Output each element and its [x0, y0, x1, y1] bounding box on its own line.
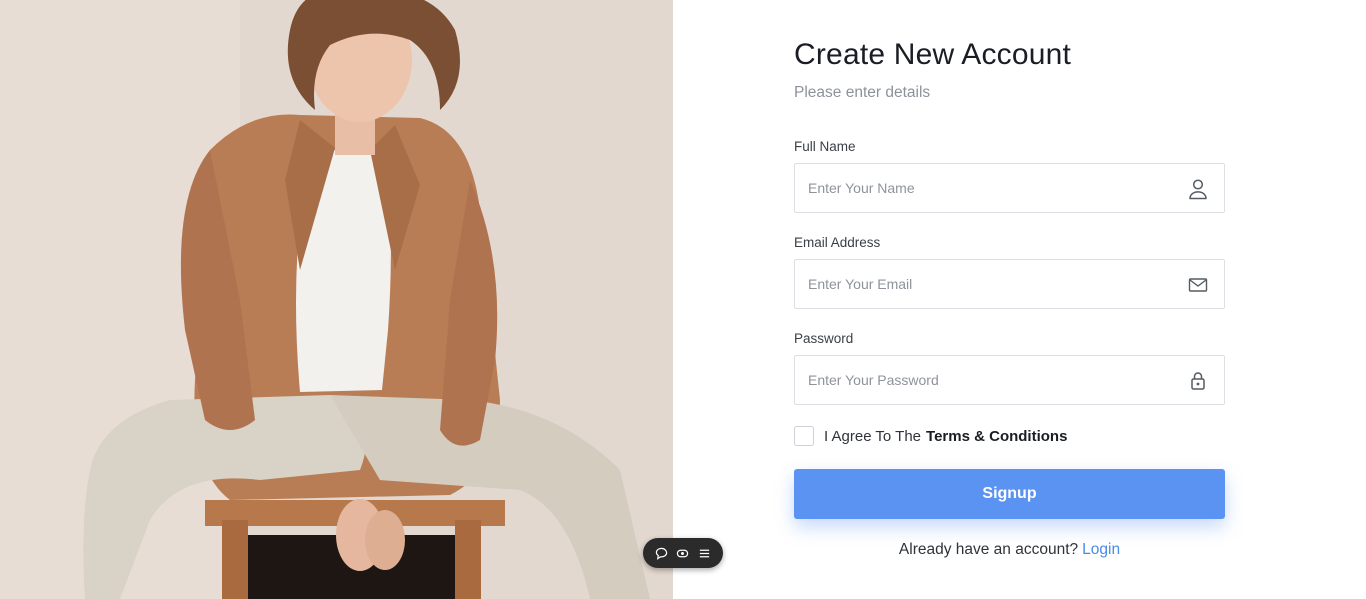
login-prompt-text: Already have an account? [898, 541, 1079, 558]
email-input[interactable] [795, 260, 1165, 308]
user-icon [1187, 178, 1209, 200]
terms-link[interactable]: Terms & Conditions [926, 428, 1067, 445]
password-input[interactable] [795, 356, 1165, 404]
terms-checkbox[interactable] [794, 426, 814, 446]
login-prompt: Already have an account? Login [794, 541, 1225, 559]
mail-icon [1187, 274, 1209, 296]
terms-row: I Agree To The Terms & Conditions [794, 426, 1067, 446]
email-field[interactable] [794, 259, 1225, 309]
hero-illustration [0, 0, 673, 599]
login-link[interactable]: Login [1082, 541, 1120, 558]
floating-toolbar [643, 538, 723, 568]
password-field[interactable] [794, 355, 1225, 405]
email-label: Email Address [794, 235, 881, 250]
menu-icon[interactable] [695, 544, 713, 562]
chat-bubble-icon[interactable] [653, 544, 671, 562]
hero-photo [0, 0, 673, 599]
lock-icon [1187, 370, 1209, 392]
full-name-label: Full Name [794, 139, 856, 154]
full-name-input[interactable] [795, 164, 1165, 212]
terms-prefix: I Agree To The [824, 427, 922, 445]
password-label: Password [794, 331, 854, 346]
full-name-field[interactable] [794, 163, 1225, 213]
signup-button[interactable]: Signup [794, 469, 1225, 519]
page-title: Create New Account [794, 38, 1072, 71]
page-subtitle: Please enter details [794, 84, 931, 101]
eye-icon[interactable] [674, 544, 692, 562]
